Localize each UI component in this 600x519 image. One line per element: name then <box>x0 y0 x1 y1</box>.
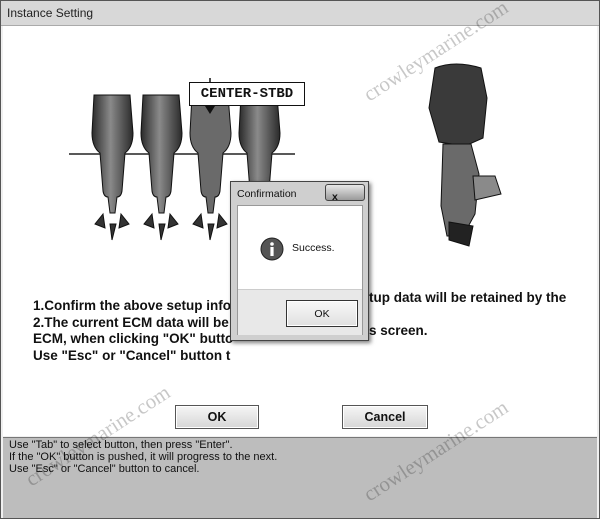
dialog-ok-button[interactable]: OK <box>286 300 358 327</box>
info-icon <box>260 237 284 261</box>
confirmation-dialog: Confirmation x Success. OK <box>230 181 369 341</box>
close-icon: x <box>332 191 338 203</box>
dialog-body: Success. OK <box>237 205 363 335</box>
title-bar: Instance Setting <box>1 1 599 26</box>
position-label: CENTER-STBD <box>200 86 294 102</box>
status-line-1: Use "Tab" to select button, then press "… <box>9 439 233 451</box>
position-label-box: CENTER-STBD <box>189 82 305 106</box>
instruction-line-4: Use "Esc" or "Cancel" button t <box>33 347 231 363</box>
status-line-2: If the "OK" button is pushed, it will pr… <box>9 451 278 463</box>
dialog-title-bar: Confirmation x <box>231 182 368 204</box>
dialog-message: Success. <box>292 242 335 254</box>
cancel-button[interactable]: Cancel <box>342 405 428 429</box>
status-help-panel: Use "Tab" to select button, then press "… <box>3 437 597 518</box>
status-line-3: Use "Esc" or "Cancel" button to cancel. <box>9 463 200 475</box>
ok-button[interactable]: OK <box>175 405 259 429</box>
dialog-close-button[interactable]: x <box>325 184 365 203</box>
instruction-line-2-cont: tup data will be retained by the <box>369 290 567 305</box>
instruction-line-4-cont: s screen. <box>369 323 428 338</box>
window-title: Instance Setting <box>7 6 94 20</box>
dialog-footer: OK <box>238 289 362 335</box>
instance-setting-window: Instance Setting CENTER-STBD 1.Confirm t… <box>0 0 600 519</box>
dialog-title: Confirmation <box>237 188 297 200</box>
